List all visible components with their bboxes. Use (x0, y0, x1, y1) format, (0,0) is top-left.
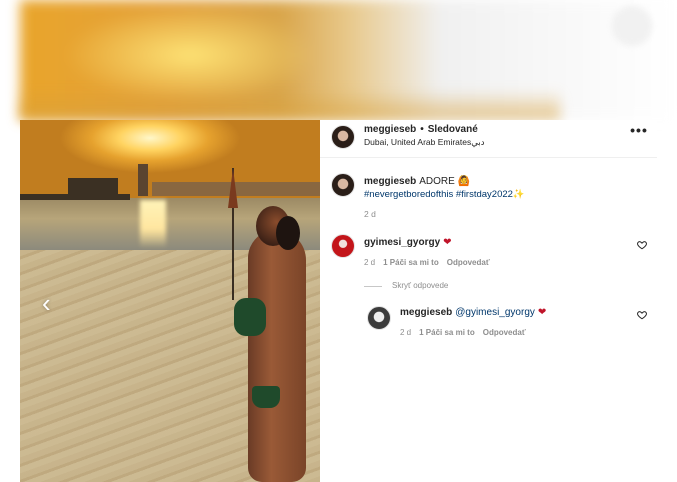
chevron-left-icon[interactable]: ‹ (42, 288, 62, 318)
reply-line: meggieseb @gyimesi_gyorgy ❤ (400, 307, 546, 318)
header-divider (320, 157, 657, 158)
caption-hashtags[interactable]: #nevergetboredofthis #firstday2022✨ (364, 189, 525, 200)
author-username[interactable]: meggieseb (364, 124, 416, 135)
post-photo[interactable]: ‹ (20, 120, 320, 482)
photo-swimsuit-bottom (252, 386, 280, 408)
reply-avatar[interactable] (367, 306, 391, 330)
post-header: meggieseb • Sledované (364, 124, 478, 135)
heart-emoji-icon: ❤ (443, 237, 452, 248)
commenter-avatar[interactable] (331, 234, 355, 258)
heart-emoji-icon: ❤ (537, 307, 547, 318)
author-avatar[interactable] (331, 125, 355, 149)
reply-time: 2 d (400, 328, 412, 337)
more-options-icon[interactable]: ••• (628, 123, 650, 138)
comment-meta: 2 d 1 Páči sa mi to Odpovedať (364, 258, 498, 267)
photo-tower (138, 164, 148, 196)
reply-likes[interactable]: 1 Páči sa mi to (419, 328, 475, 337)
reply-meta: 2 d 1 Páči sa mi to Odpovedať (400, 328, 534, 337)
reply-username[interactable]: meggieseb (400, 307, 452, 318)
photo-person (248, 230, 306, 482)
photo-swimsuit-top (234, 298, 266, 336)
photo-sun-reflection (140, 200, 166, 248)
photo-pier-building (68, 178, 118, 196)
comment-reply-button[interactable]: Odpovedať (447, 258, 490, 267)
caption-avatar[interactable] (331, 173, 355, 197)
caption-time: 2 d (364, 209, 376, 219)
hide-replies-line (364, 286, 382, 287)
reply-mention[interactable]: @gyimesi_gyorgy (455, 307, 535, 318)
caption-username[interactable]: meggieseb (364, 176, 416, 187)
post-side-panel: meggieseb • Sledované Dubai, United Arab E… (320, 120, 657, 482)
comment-time: 2 d (364, 258, 376, 267)
comment-line: gyimesi_gyorgy ❤ (364, 237, 452, 248)
blurred-background-edge (20, 90, 560, 120)
caption-text: ADORE 🙆 (419, 176, 471, 187)
post-location[interactable]: Dubai, United Arab Emiratesدبي (364, 137, 485, 148)
reply-reply-button[interactable]: Odpovedať (483, 328, 526, 337)
photo-person-hair (276, 216, 300, 250)
separator-dot: • (420, 124, 424, 135)
follow-status[interactable]: Sledované (428, 124, 478, 135)
heart-outline-icon[interactable] (637, 310, 647, 320)
blurred-close-button (612, 6, 652, 46)
caption-line: meggieseb ADORE 🙆 (364, 176, 470, 187)
photo-flag (228, 168, 238, 208)
comment-likes[interactable]: 1 Páči sa mi to (383, 258, 439, 267)
heart-outline-icon[interactable] (637, 240, 647, 250)
hide-replies-button[interactable]: Skryť odpovede (392, 281, 448, 290)
comment-username[interactable]: gyimesi_gyorgy (364, 237, 440, 248)
